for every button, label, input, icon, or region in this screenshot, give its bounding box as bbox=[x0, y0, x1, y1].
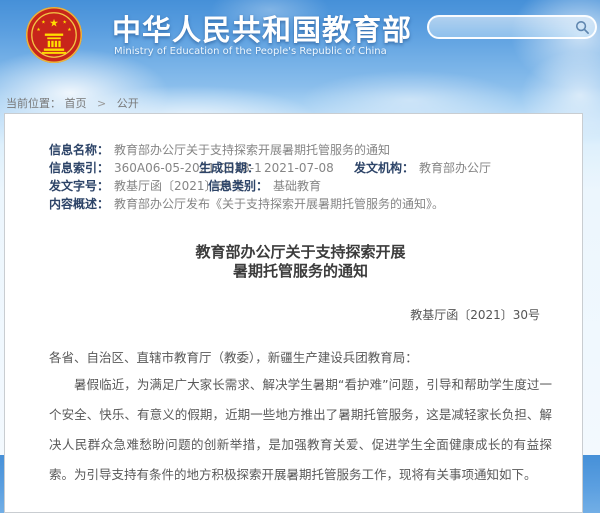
svg-text:★: ★ bbox=[62, 19, 67, 25]
breadcrumb-link-home[interactable]: 首页 bbox=[65, 97, 87, 110]
svg-text:★: ★ bbox=[36, 27, 41, 33]
search-input[interactable] bbox=[429, 17, 575, 37]
meta-label-category: 信息类别： bbox=[208, 177, 268, 195]
meta-row-summary: 内容概述： 教育部办公厅发布《关于支持探索开展暑期托管服务的通知》。 bbox=[49, 195, 552, 213]
meta-label-date: 生成日期： bbox=[199, 159, 259, 177]
metadata-block: 信息名称： 教育部办公厅关于支持探索开展暑期托管服务的通知 信息索引： 360A… bbox=[49, 141, 552, 213]
document-title-line1: 教育部办公厅关于支持探索开展 bbox=[49, 243, 552, 262]
search-box[interactable] bbox=[427, 15, 597, 39]
document-body-paragraph: 暑假临近，为满足广大家长需求、解决学生暑期“看护难”问题，引导和帮助学生度过一个… bbox=[49, 370, 552, 490]
meta-row-name: 信息名称： 教育部办公厅关于支持探索开展暑期托管服务的通知 bbox=[49, 141, 552, 159]
meta-label-name: 信息名称： bbox=[49, 141, 109, 159]
document-salutation: 各省、自治区、直辖市教育厅（教委），新疆生产建设兵团教育局： bbox=[49, 347, 552, 366]
breadcrumb-prefix: 当前位置： bbox=[6, 97, 61, 110]
meta-value-date: 2021-07-08 bbox=[264, 159, 334, 177]
meta-row-index-date-agency: 信息索引： 360A06-05-2021-0018-1 生成日期： 2021-0… bbox=[49, 159, 552, 177]
meta-value-summary: 教育部办公厅发布《关于支持探索开展暑期托管服务的通知》。 bbox=[114, 195, 444, 213]
content-panel: 信息名称： 教育部办公厅关于支持探索开展暑期托管服务的通知 信息索引： 360A… bbox=[4, 113, 583, 513]
svg-text:★: ★ bbox=[67, 27, 72, 33]
national-emblem-icon: ★ ★ ★ ★ ★ bbox=[25, 6, 83, 64]
site-title: 中华人民共和国教育部 bbox=[112, 7, 412, 49]
svg-text:★: ★ bbox=[41, 19, 46, 25]
meta-label-agency: 发文机构： bbox=[354, 159, 414, 177]
document-title: 教育部办公厅关于支持探索开展 暑期托管服务的通知 bbox=[49, 243, 552, 281]
breadcrumb-separator: > bbox=[97, 97, 106, 110]
meta-label-docnum: 发文字号： bbox=[49, 177, 109, 195]
meta-value-agency: 教育部办公厅 bbox=[419, 159, 491, 177]
search-icon[interactable] bbox=[575, 20, 590, 35]
meta-row-docnum-category: 发文字号： 教基厅函〔2021〕30号 信息类别： 基础教育 bbox=[49, 177, 552, 195]
svg-text:★: ★ bbox=[49, 16, 59, 29]
meta-value-name: 教育部办公厅关于支持探索开展暑期托管服务的通知 bbox=[114, 141, 390, 159]
meta-label-summary: 内容概述： bbox=[49, 195, 109, 213]
breadcrumb: 当前位置： 首页 > 公开 bbox=[6, 95, 139, 111]
document-title-line2: 暑期托管服务的通知 bbox=[49, 262, 552, 281]
document-number: 教基厅函〔2021〕30号 bbox=[49, 306, 552, 323]
meta-value-category: 基础教育 bbox=[273, 177, 321, 195]
breadcrumb-link-section[interactable]: 公开 bbox=[117, 97, 139, 110]
meta-label-index: 信息索引： bbox=[49, 159, 109, 177]
site-subtitle: Ministry of Education of the People's Re… bbox=[114, 46, 387, 57]
